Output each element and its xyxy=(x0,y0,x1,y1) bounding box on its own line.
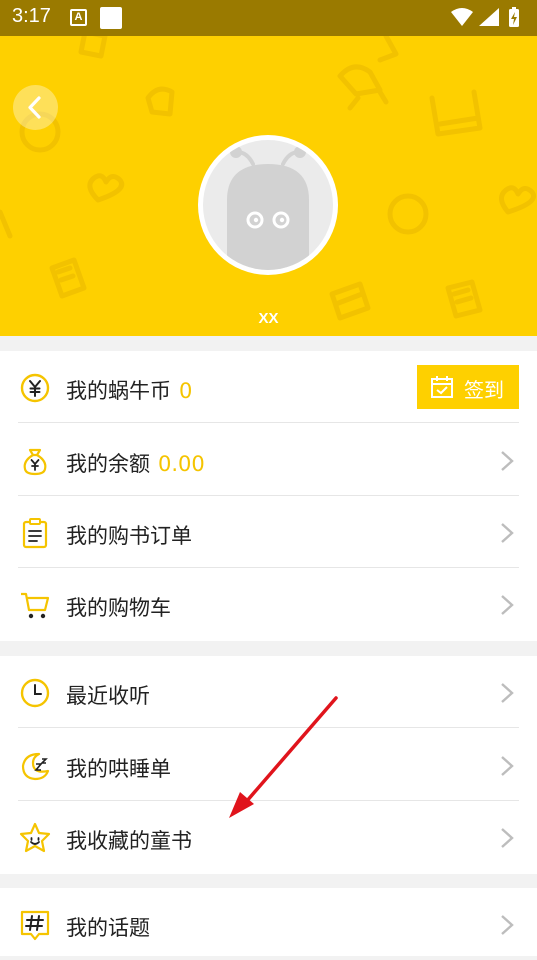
menu-item-coins[interactable]: 我的蜗牛币 0 签到 xyxy=(0,351,537,423)
menu-label-coins: 我的蜗牛币 xyxy=(66,379,171,403)
shopping-cart-icon xyxy=(21,592,50,619)
clock-icon xyxy=(20,678,50,708)
chevron-right-icon xyxy=(501,523,514,543)
menu-label-favorite-books: 我收藏的童书 xyxy=(66,829,192,853)
username: XX xyxy=(258,310,279,327)
listening-menu-group: 最近收听 我的哄睡单 我收藏的童书 xyxy=(0,656,537,874)
chevron-right-icon xyxy=(501,595,514,615)
back-button[interactable] xyxy=(13,85,58,130)
menu-label-topics: 我的话题 xyxy=(66,916,150,940)
sim-card-icon xyxy=(100,7,122,29)
menu-item-favorite-books[interactable]: 我收藏的童书 xyxy=(0,801,537,873)
signal-icon xyxy=(479,8,499,26)
menu-item-book-orders[interactable]: 我的购书订单 xyxy=(0,496,537,568)
chevron-left-icon xyxy=(28,96,41,119)
system-status-icons xyxy=(449,6,529,34)
menu-label-book-orders: 我的购书订单 xyxy=(66,524,192,548)
avatar[interactable] xyxy=(198,135,338,275)
divider xyxy=(18,727,519,728)
menu-item-balance[interactable]: 我的余额 0.00 xyxy=(0,424,537,496)
notification-a-icon: A xyxy=(70,9,87,26)
chevron-right-icon xyxy=(501,756,514,776)
divider xyxy=(18,422,519,423)
status-bar: 3:17 A xyxy=(0,0,537,36)
default-avatar-icon xyxy=(227,146,309,270)
account-menu-group: 我的蜗牛币 0 签到 我的余额 0.00 我的购书订单 我的购物车 xyxy=(0,351,537,641)
chevron-right-icon xyxy=(501,451,514,471)
menu-item-cart[interactable]: 我的购物车 xyxy=(0,568,537,640)
wifi-icon xyxy=(451,8,473,26)
coin-balance-value: 0 xyxy=(179,379,193,403)
checkin-label: 签到 xyxy=(464,378,504,402)
menu-label-balance: 我的余额 xyxy=(66,452,150,476)
menu-item-sleep-list[interactable]: 我的哄睡单 xyxy=(0,729,537,801)
status-time: 3:17 xyxy=(12,5,51,27)
chevron-right-icon xyxy=(501,683,514,703)
menu-label-recent: 最近收听 xyxy=(66,684,150,708)
money-bag-icon xyxy=(23,448,47,476)
balance-value: 0.00 xyxy=(158,452,205,476)
clipboard-icon xyxy=(22,518,48,549)
checkin-button[interactable]: 签到 xyxy=(417,365,519,409)
moon-zzz-icon xyxy=(21,752,50,781)
chevron-right-icon xyxy=(501,915,514,935)
chevron-right-icon xyxy=(501,828,514,848)
menu-item-topics[interactable]: 我的话题 xyxy=(0,888,537,960)
menu-item-recent[interactable]: 最近收听 xyxy=(0,656,537,728)
community-menu-group: 我的话题 xyxy=(0,888,537,956)
profile-header: XX xyxy=(0,36,537,336)
menu-label-cart: 我的购物车 xyxy=(66,596,171,620)
calendar-check-icon xyxy=(431,376,453,398)
star-icon xyxy=(19,822,51,853)
menu-label-sleep-list: 我的哄睡单 xyxy=(66,757,171,781)
hashtag-icon xyxy=(20,910,50,941)
yen-coin-icon xyxy=(20,373,50,403)
battery-icon xyxy=(509,7,519,27)
